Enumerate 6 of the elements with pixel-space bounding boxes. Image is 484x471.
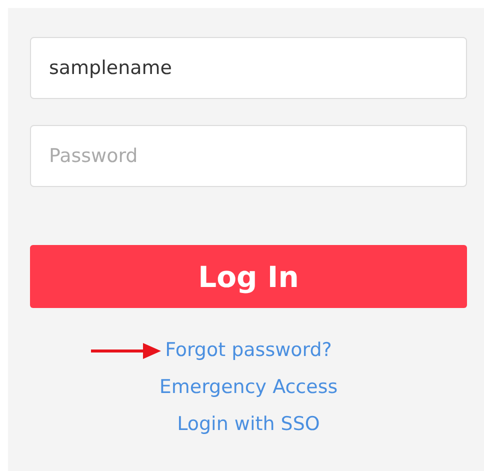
link[interactable]: Login with SSO	[177, 412, 320, 437]
link[interactable]: Emergency Access	[159, 375, 338, 400]
link[interactable]: Forgot password?	[165, 338, 332, 363]
username-field[interactable]: samplename	[30, 37, 467, 99]
login-button[interactable]: Log In	[30, 245, 467, 308]
password-field[interactable]: Password	[30, 125, 467, 187]
